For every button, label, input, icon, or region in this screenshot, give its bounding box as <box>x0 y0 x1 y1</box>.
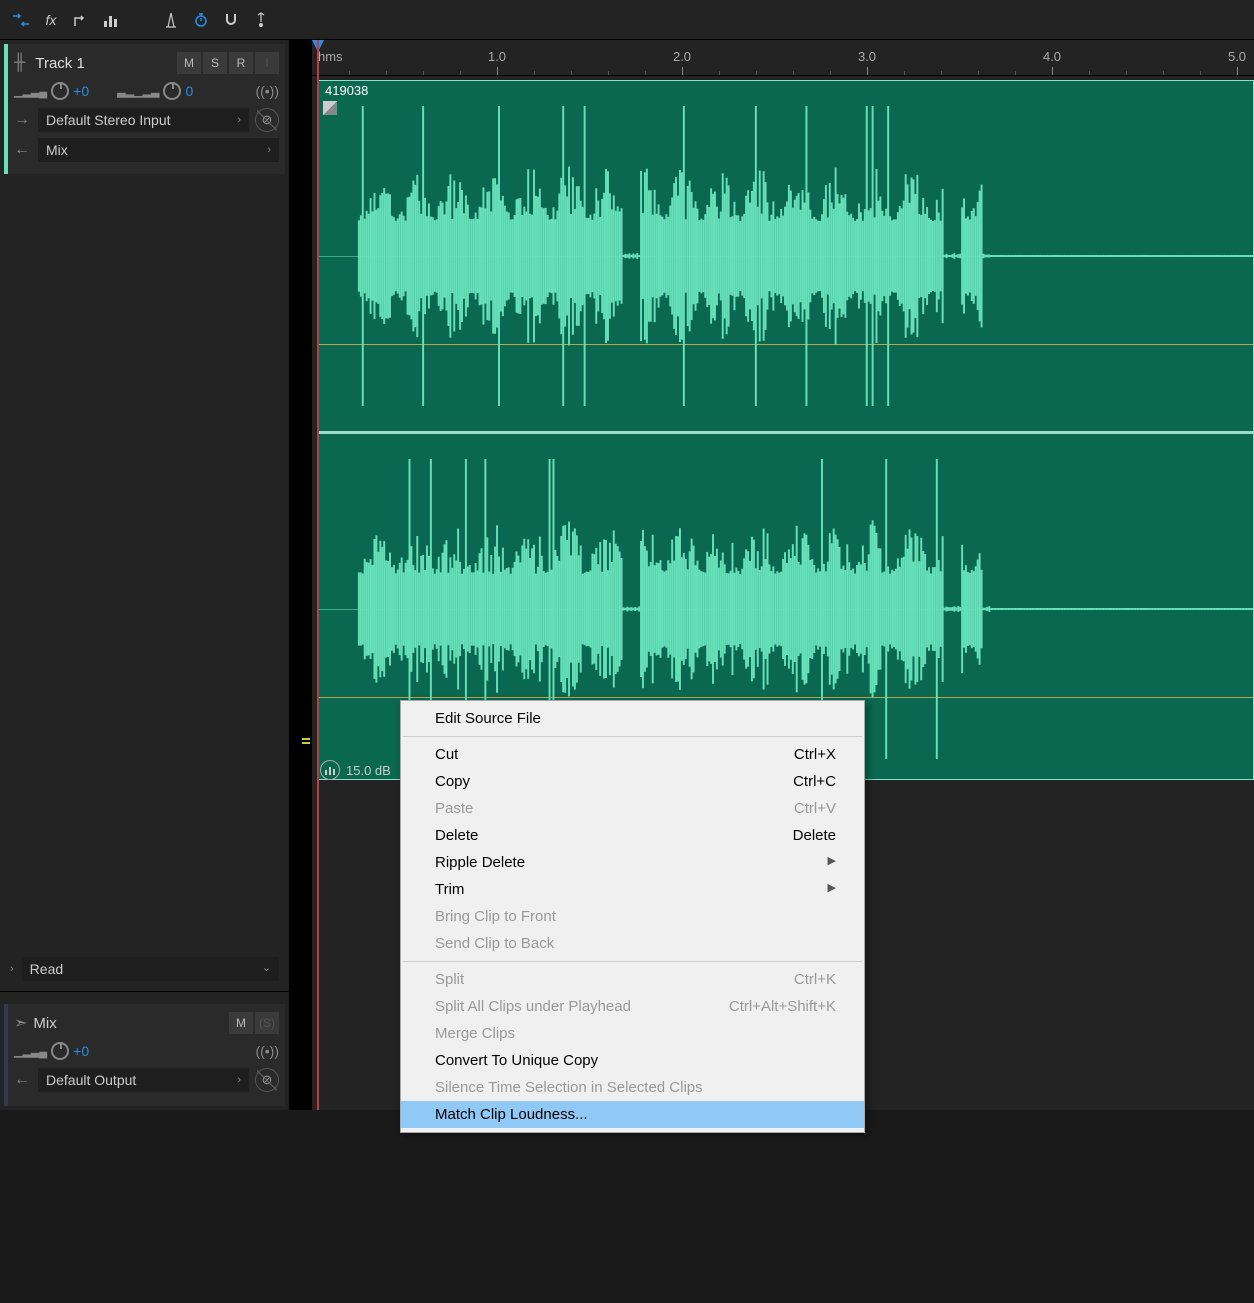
audio-clip[interactable]: 419038 <box>318 80 1254 780</box>
menu-item-paste: PasteCtrl+V <box>401 795 864 822</box>
snap-icon[interactable] <box>218 7 244 33</box>
menu-item-merge-clips: Merge Clips <box>401 1020 864 1047</box>
volume-value[interactable]: +0 <box>73 83 89 99</box>
pan-bars-icon: ▃▂▁▂▃ <box>117 85 159 98</box>
channel-left <box>319 81 1253 431</box>
mix-solo-button[interactable]: (S) <box>255 1012 279 1034</box>
pan-value[interactable]: 0 <box>185 83 193 99</box>
mix-name[interactable]: Mix <box>33 1015 223 1032</box>
chevron-right-icon: › <box>237 114 241 126</box>
stereo-icon[interactable]: ((•)) <box>255 1043 279 1059</box>
ruler-unit: hms <box>318 49 343 64</box>
record-button[interactable]: R <box>229 52 253 74</box>
menu-item-ripple-delete[interactable]: Ripple Delete▶ <box>401 849 864 876</box>
inputs-icon[interactable] <box>8 7 34 33</box>
mix-output-label: Default Output <box>46 1072 136 1088</box>
track-1-panel: ╫ Track 1 M S R I ▁▂▃▄ +0 ▃▂▁▂▃ <box>4 44 285 174</box>
automation-label: Read <box>30 961 63 977</box>
menu-item-send-clip-to-back: Send Clip to Back <box>401 930 864 957</box>
chevron-down-icon: ⌄ <box>262 961 271 977</box>
output-arrow-icon: ← <box>14 141 32 159</box>
playhead-line <box>317 40 319 1110</box>
solo-button[interactable]: S <box>203 52 227 74</box>
monitor-button[interactable]: I <box>255 52 279 74</box>
menu-item-silence-time-selection-in-selected-clips: Silence Time Selection in Selected Clips <box>401 1074 864 1101</box>
gain-knob-icon[interactable] <box>320 760 340 780</box>
track-name[interactable]: Track 1 <box>31 55 171 72</box>
menu-item-copy[interactable]: CopyCtrl+C <box>401 768 864 795</box>
mute-button[interactable]: M <box>177 52 201 74</box>
volume-bars-icon: ▁▂▃▄ <box>14 85 47 98</box>
editor-toolbar: fx <box>0 0 1254 40</box>
sends-icon[interactable] <box>68 7 94 33</box>
mix-output-select[interactable]: Default Output › <box>38 1068 249 1092</box>
pan-knob[interactable] <box>163 82 181 100</box>
output-label: Mix <box>46 142 68 158</box>
chevron-right-icon: › <box>237 1074 241 1086</box>
menu-item-cut[interactable]: CutCtrl+X <box>401 741 864 768</box>
mono-toggle[interactable]: ⊘ <box>255 108 279 132</box>
ruler-mark: 4.0 <box>1043 49 1061 64</box>
volume-bars-icon: ▁▂▃▄ <box>14 1045 47 1058</box>
track-handle-icon[interactable]: ╫ <box>14 54 25 72</box>
clip-gain-value: 15.0 dB <box>346 763 391 778</box>
time-ruler[interactable]: hms 1.02.03.04.05.06.0 <box>312 40 1254 76</box>
waveform-left <box>319 81 1253 431</box>
ruler-mark: 5.0 <box>1228 49 1246 64</box>
volume-knob[interactable] <box>51 82 69 100</box>
metronome-icon[interactable] <box>158 7 184 33</box>
menu-item-match-clip-loudness[interactable]: Match Clip Loudness... <box>401 1101 864 1128</box>
mix-panel: ➣ Mix M (S) ▁▂▃▄ +0 ((•)) ← Default Outp… <box>4 1004 285 1106</box>
menu-item-delete[interactable]: DeleteDelete <box>401 822 864 849</box>
input-select[interactable]: Default Stereo Input › <box>38 108 249 132</box>
level-meter <box>290 40 312 1110</box>
mix-volume-value[interactable]: +0 <box>73 1043 89 1059</box>
ruler-mark: 3.0 <box>858 49 876 64</box>
fx-icon[interactable]: fx <box>38 7 64 33</box>
menu-item-convert-to-unique-copy[interactable]: Convert To Unique Copy <box>401 1047 864 1074</box>
output-arrow-icon: ← <box>14 1071 32 1089</box>
menu-item-split-all-clips-under-playhead: Split All Clips under PlayheadCtrl+Alt+S… <box>401 993 864 1020</box>
chevron-right-icon: › <box>267 144 271 156</box>
clip-gain-control[interactable]: 15.0 dB <box>320 760 391 780</box>
output-select[interactable]: Mix › <box>38 138 279 162</box>
route-icon: ➣ <box>14 1013 27 1033</box>
stereo-icon[interactable]: ((•)) <box>255 83 279 99</box>
clip-context-menu: Edit Source File CutCtrl+XCopyCtrl+CPaste… <box>400 700 865 1133</box>
menu-item-bring-clip-to-front: Bring Clip to Front <box>401 903 864 930</box>
menu-item-trim[interactable]: Trim▶ <box>401 876 864 903</box>
mix-mute-button[interactable]: M <box>229 1012 253 1034</box>
automation-mode-select[interactable]: Read ⌄ <box>22 957 279 981</box>
ruler-mark: 2.0 <box>673 49 691 64</box>
track-sidebar: ╫ Track 1 M S R I ▁▂▃▄ +0 ▃▂▁▂▃ <box>0 40 290 1110</box>
menu-item-split: SplitCtrl+K <box>401 966 864 993</box>
expand-icon[interactable]: › <box>10 963 14 975</box>
countdown-icon[interactable] <box>188 7 214 33</box>
input-label: Default Stereo Input <box>46 112 171 128</box>
menu-item-edit-source-file[interactable]: Edit Source File <box>401 705 864 732</box>
ruler-mark: 1.0 <box>488 49 506 64</box>
mix-mono-toggle[interactable]: ⊘ <box>255 1068 279 1092</box>
mix-volume-knob[interactable] <box>51 1042 69 1060</box>
input-arrow-icon: → <box>14 111 32 129</box>
eq-icon[interactable] <box>98 7 124 33</box>
tool-icon[interactable] <box>248 7 274 33</box>
